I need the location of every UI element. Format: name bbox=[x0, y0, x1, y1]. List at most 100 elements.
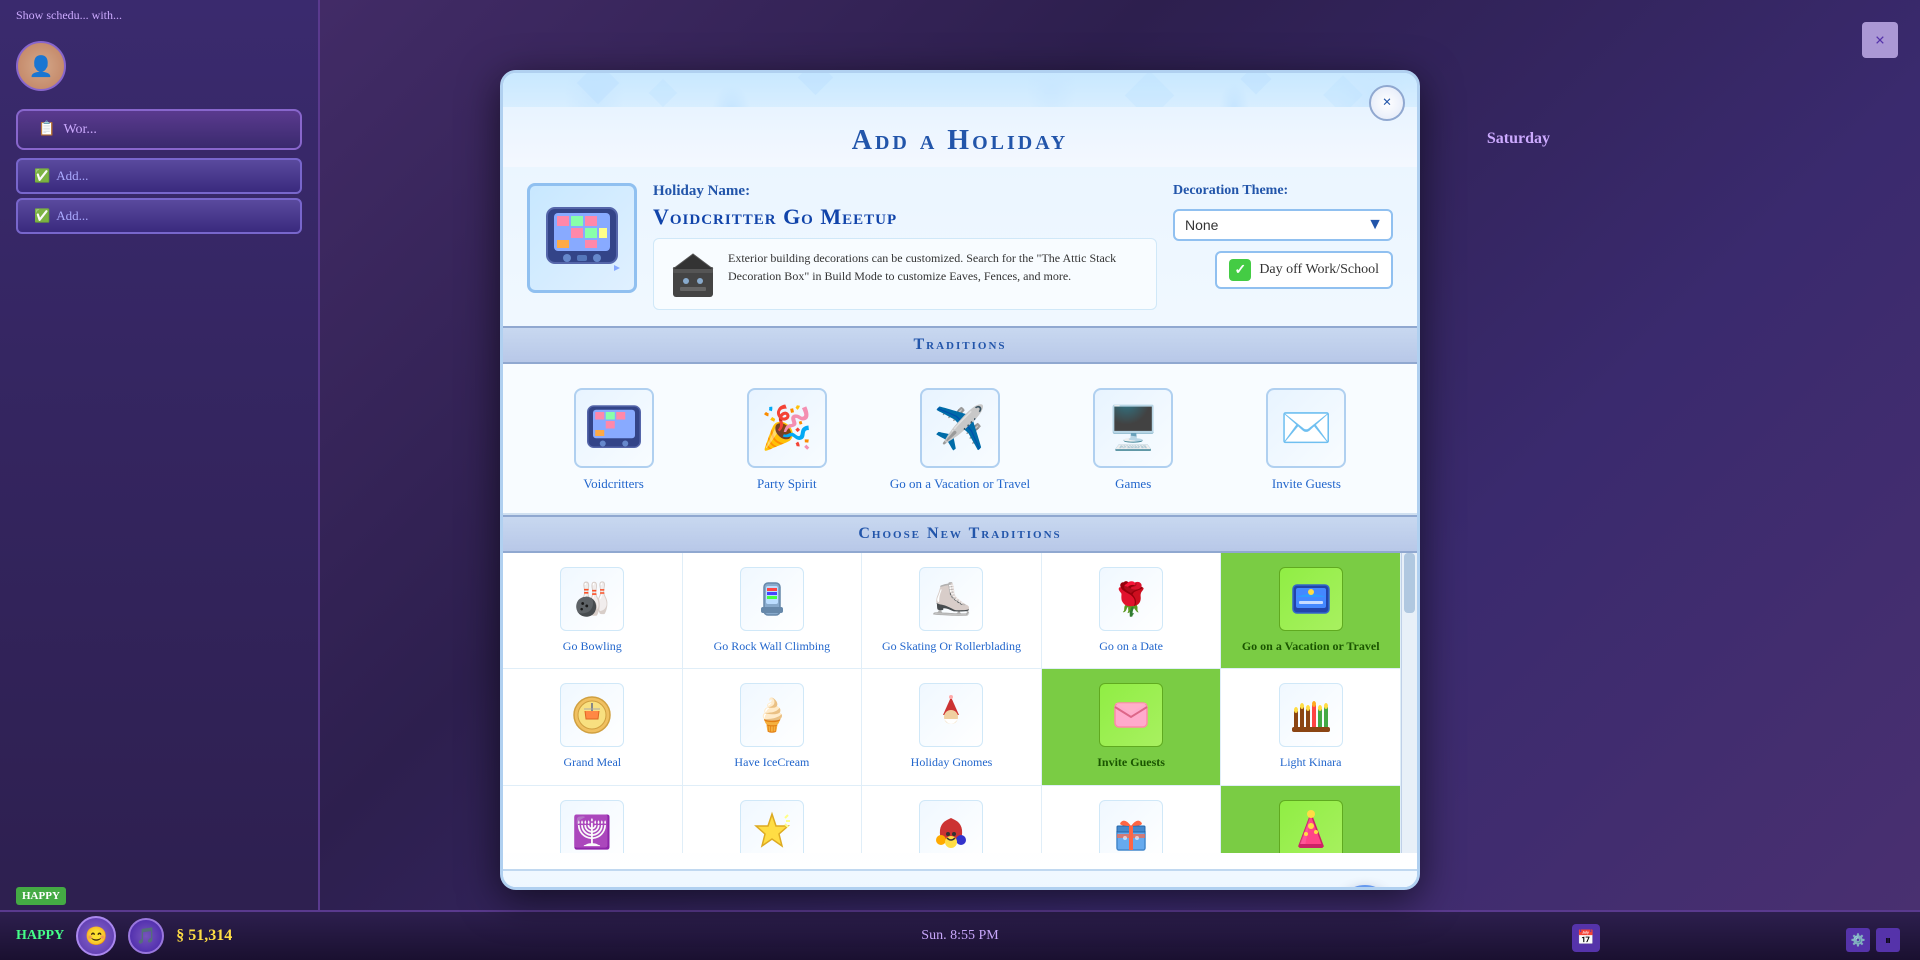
checkbox-checkmark-icon: ✓ bbox=[1229, 259, 1251, 281]
grand-meal-label: Grand Meal bbox=[563, 755, 621, 771]
decoration-dropdown-wrapper[interactable]: None ▼ bbox=[1173, 209, 1393, 241]
voidcritters-tradition-icon bbox=[574, 388, 654, 468]
vacation-new-label: Go on a Vacation or Travel bbox=[1242, 639, 1380, 655]
date-label: Go on a Date bbox=[1099, 639, 1163, 655]
find-gift-icon bbox=[740, 800, 804, 853]
rock-wall-label: Go Rock Wall Climbing bbox=[714, 639, 830, 655]
light-kinara-label: Light Kinara bbox=[1280, 755, 1342, 771]
scrollbar-track[interactable] bbox=[1401, 553, 1417, 853]
attic-box-icon bbox=[668, 249, 718, 299]
ice-cream-icon-glyph: 🍦 bbox=[752, 696, 792, 734]
new-tradition-holiday-gnomes[interactable]: Holiday Gnomes bbox=[862, 669, 1042, 786]
invite-guests-new-icon bbox=[1099, 683, 1163, 747]
new-tradition-rock-wall[interactable]: Go Rock Wall Climbing bbox=[683, 553, 863, 670]
skating-icon: ⛸️ bbox=[919, 567, 983, 631]
modal-close-button[interactable]: × bbox=[1369, 85, 1405, 121]
add-holiday-modal: Add a Holiday × bbox=[500, 70, 1420, 890]
vacation-icon-glyph: ✈️ bbox=[934, 404, 986, 453]
modal-body: Holiday Name: Voidcritter Go Meetup bbox=[503, 167, 1417, 869]
deco-diamond-1 bbox=[577, 73, 619, 104]
new-tradition-date[interactable]: 🌹 Go on a Date bbox=[1042, 553, 1222, 670]
holiday-gnomes-icon bbox=[919, 683, 983, 747]
vacation-card-icon bbox=[1289, 577, 1333, 621]
tradition-voidcritters[interactable]: Voidcritters bbox=[527, 380, 700, 501]
new-tradition-skating[interactable]: ⛸️ Go Skating Or Rollerblading bbox=[862, 553, 1042, 670]
holiday-name-label: Holiday Name: bbox=[653, 183, 1157, 200]
deco-diamond-2 bbox=[649, 79, 677, 107]
ice-cream-label: Have IceCream bbox=[734, 755, 809, 771]
menorah-icon: 🕎 bbox=[560, 800, 624, 853]
invite-guests-icon-glyph: ✉️ bbox=[1280, 404, 1332, 453]
invite-guests-new-icon-svg bbox=[1109, 693, 1153, 737]
party-hat-icon-svg bbox=[1289, 810, 1333, 853]
tradition-party-spirit[interactable]: 🎉 Party Spirit bbox=[700, 380, 873, 501]
games-icon-glyph: 🖥️ bbox=[1107, 404, 1159, 453]
find-gift-star-icon bbox=[750, 810, 794, 853]
invite-guests-tradition-label: Invite Guests bbox=[1272, 476, 1341, 493]
games-tradition-icon: 🖥️ bbox=[1093, 388, 1173, 468]
vacation-new-icon bbox=[1279, 567, 1343, 631]
bowling-icon-glyph: 🎳 bbox=[572, 580, 612, 618]
holiday-gnomes-label: Holiday Gnomes bbox=[911, 755, 993, 771]
scrollbar-thumb[interactable] bbox=[1404, 553, 1415, 613]
new-tradition-give-gifts[interactable]: Give Gifts bbox=[1042, 786, 1222, 853]
decoration-dropdown[interactable]: None bbox=[1173, 209, 1393, 241]
new-tradition-light-kinara[interactable]: Light Kinara bbox=[1221, 669, 1401, 786]
modal-title-section: Add a Holiday bbox=[503, 107, 1417, 167]
games-tradition-label: Games bbox=[1115, 476, 1151, 493]
new-tradition-menorah[interactable]: 🕎 Light Menorah bbox=[503, 786, 683, 853]
tradition-invite-guests[interactable]: ✉️ Invite Guests bbox=[1220, 380, 1393, 501]
new-tradition-ice-cream[interactable]: 🍦 Have IceCream bbox=[683, 669, 863, 786]
light-kinara-icon bbox=[1279, 683, 1343, 747]
voidcritter-game-icon bbox=[542, 203, 622, 273]
new-tradition-vacation-selected[interactable]: Go on a Vacation or Travel bbox=[1221, 553, 1401, 670]
rock-wall-icon bbox=[740, 567, 804, 631]
vacation-tradition-label: Go on a Vacation or Travel bbox=[890, 476, 1030, 493]
tradition-vacation[interactable]: ✈️ Go on a Vacation or Travel bbox=[873, 380, 1046, 501]
new-tradition-party-spirit-selected[interactable]: Party Spirit bbox=[1221, 786, 1401, 853]
info-box: Exterior building decorations can be cus… bbox=[653, 238, 1157, 310]
rock-wall-icon-svg bbox=[752, 579, 792, 619]
skating-icon-glyph: ⛸️ bbox=[932, 580, 972, 618]
gift-box-icon-svg bbox=[1109, 810, 1153, 853]
new-traditions-grid: 🎳 Go Bowling bbox=[503, 553, 1401, 853]
day-off-checkbox[interactable]: ✓ Day off Work/School bbox=[1215, 251, 1393, 289]
grand-meal-icon-svg bbox=[570, 693, 614, 737]
bowling-icon: 🎳 bbox=[560, 567, 624, 631]
new-tradition-trick-or-treat[interactable]: Trick Or Treat bbox=[862, 786, 1042, 853]
voidcritters-tradition-label: Voidcritters bbox=[583, 476, 643, 493]
modal-title: Add a Holiday bbox=[503, 107, 1417, 157]
invite-guests-new-label: Invite Guests bbox=[1097, 755, 1165, 771]
date-icon: 🌹 bbox=[1099, 567, 1163, 631]
new-tradition-invite-guests-selected[interactable]: Invite Guests bbox=[1042, 669, 1222, 786]
info-text: Exterior building decorations can be cus… bbox=[728, 249, 1142, 299]
ice-cream-icon: 🍦 bbox=[740, 683, 804, 747]
bowling-label: Go Bowling bbox=[563, 639, 622, 655]
give-gifts-icon bbox=[1099, 800, 1163, 853]
skating-label: Go Skating Or Rollerblading bbox=[882, 639, 1021, 655]
new-traditions-grid-container: 🎳 Go Bowling bbox=[503, 553, 1417, 853]
new-tradition-bowling[interactable]: 🎳 Go Bowling bbox=[503, 553, 683, 670]
jester-icon-svg bbox=[929, 810, 973, 853]
party-spirit-new-icon bbox=[1279, 800, 1343, 853]
holiday-name-section: Holiday Name: Voidcritter Go Meetup bbox=[653, 183, 1157, 310]
traditions-grid: Voidcritters 🎉 Party Spirit ✈️ Go on a V… bbox=[503, 364, 1417, 515]
invite-guests-tradition-icon: ✉️ bbox=[1266, 388, 1346, 468]
holiday-icon-wrapper[interactable] bbox=[527, 183, 637, 293]
vacation-tradition-icon: ✈️ bbox=[920, 388, 1000, 468]
modal-footer: ✓ bbox=[503, 869, 1417, 890]
new-tradition-grand-meal[interactable]: Grand Meal bbox=[503, 669, 683, 786]
decoration-section: Decoration Theme: None ▼ ✓ Day off Work/… bbox=[1173, 183, 1393, 289]
light-kinara-icon-svg bbox=[1289, 693, 1333, 737]
confirm-button[interactable]: ✓ bbox=[1337, 885, 1393, 890]
trick-or-treat-icon bbox=[919, 800, 983, 853]
deco-diamond-3 bbox=[798, 73, 833, 95]
holiday-name-value: Voidcritter Go Meetup bbox=[653, 204, 1157, 230]
day-off-label: Day off Work/School bbox=[1259, 262, 1379, 278]
party-spirit-icon-glyph: 🎉 bbox=[761, 404, 813, 453]
date-icon-glyph: 🌹 bbox=[1111, 580, 1151, 618]
tradition-games[interactable]: 🖥️ Games bbox=[1047, 380, 1220, 501]
decoration-label: Decoration Theme: bbox=[1173, 183, 1288, 199]
new-tradition-find-gift[interactable]: Find Gift bbox=[683, 786, 863, 853]
party-spirit-tradition-icon: 🎉 bbox=[747, 388, 827, 468]
